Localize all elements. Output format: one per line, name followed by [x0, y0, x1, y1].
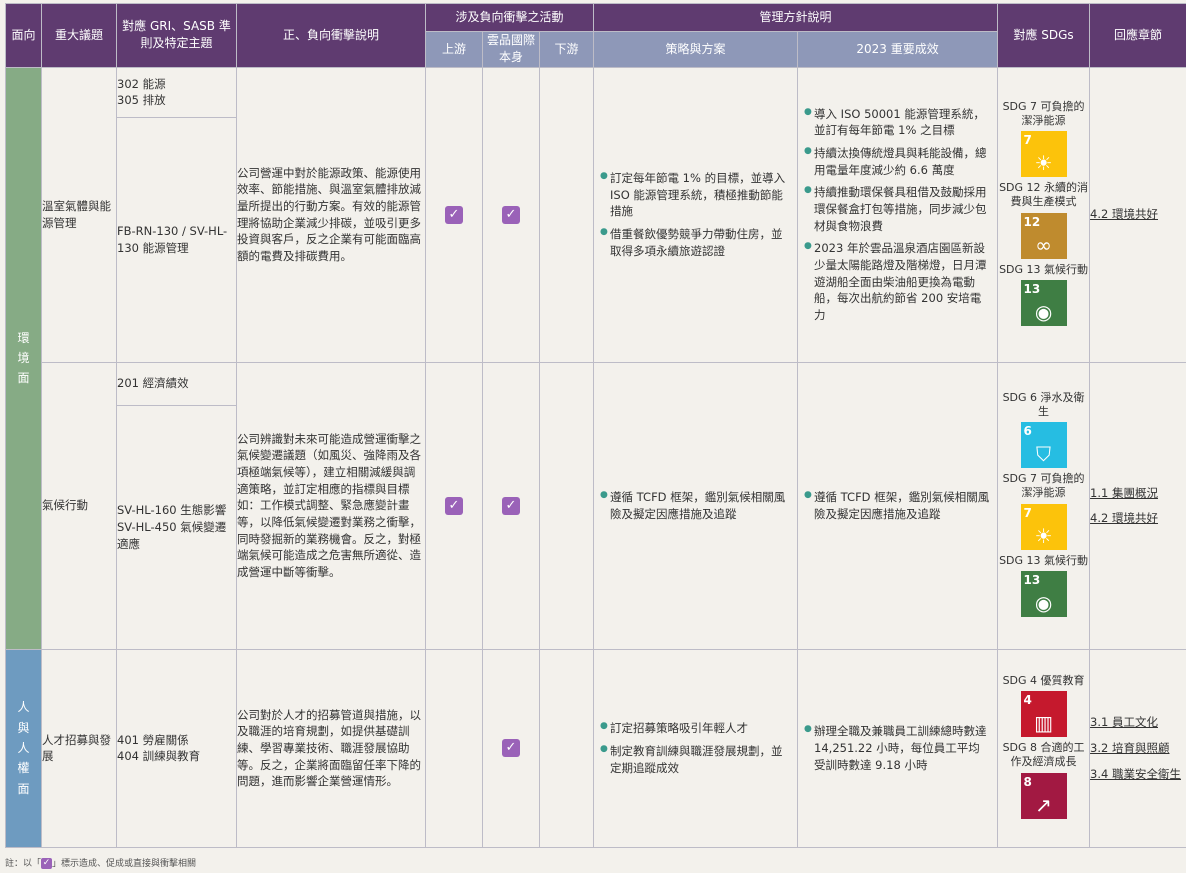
- gri-cell: SV-HL-160 生態影響 SV-HL-450 氣候變遷適應: [116, 404, 237, 650]
- strategy-item: 遵循 TCFD 框架，鑑別氣候相關風險及擬定因應措施及追蹤: [600, 489, 791, 522]
- header-gri: 對應 GRI、SASB 準則及特定主題: [116, 3, 237, 68]
- result-item: 持續汰換傳統燈具與耗能設備，總用電量年度減少約 6.6 萬度: [804, 145, 991, 178]
- header-results: 2023 重要成效: [797, 31, 999, 68]
- chapter-cell: 1.1 集團概況 4.2 環境共好: [1089, 361, 1186, 650]
- footnote: 註：以「 ✓ 」標示造成、促成或直接與衝擊相關: [5, 858, 197, 869]
- sdg-cell: SDG 7 可負擔的潔淨能源 7 ☀ SDG 12 永續的消費與生產模式 12 ∞ …: [997, 66, 1091, 363]
- gri-item: SV-HL-160 生態影響: [117, 503, 227, 518]
- chapter-link[interactable]: 3.1 員工文化: [1090, 714, 1186, 731]
- check-icon: ✓: [445, 205, 463, 224]
- sdg13-eye-globe-icon: 13 ◉: [1020, 571, 1067, 618]
- strategy-item: 訂定每年節電 1% 的目標，並導入 ISO 能源管理系統，積極推動節能措施: [600, 170, 791, 220]
- header-activity: 涉及負向衝擊之活動: [424, 3, 595, 32]
- upstream-check: ✓: [425, 361, 483, 650]
- strategy-item: 訂定招募策略吸引年輕人才: [600, 720, 791, 737]
- strategy-cell: 遵循 TCFD 框架，鑑別氣候相關風險及擬定因應措施及追蹤: [593, 361, 799, 650]
- impact-text: 公司對於人才的招募管道與措施，以及職涯的培育規劃，如提供基礎訓練、學習專業技術、…: [236, 648, 426, 848]
- upstream-check: [425, 648, 483, 848]
- header-impact: 正、負向衝擊說明: [236, 3, 426, 68]
- topic-climate-action: 氣候行動: [41, 361, 117, 650]
- materiality-table: 面向 重大議題 對應 GRI、SASB 準則及特定主題 正、負向衝擊說明 涉及負…: [5, 3, 1186, 848]
- gri-cell: 401 勞雇關係 404 訓練與教育: [116, 648, 237, 848]
- gri-item: SV-HL-450 氣候變遷適應: [117, 519, 227, 551]
- sdg-label: SDG 4 優質教育: [1002, 673, 1085, 687]
- strategy-item: 借重餐飲優勢競爭力帶動住房，並取得多項永續旅遊認證: [600, 226, 791, 259]
- gri-item: 305 排放: [117, 93, 166, 108]
- results-cell: 辦理全職及兼職員工訓練總時數達 14,251.22 小時，每位員工平均受訓時數達…: [797, 648, 999, 848]
- check-icon: ✓: [41, 858, 53, 869]
- header-strategy: 策略與方案: [593, 31, 799, 68]
- gri-item: FB-RN-130 / SV-HL-130 能源管理: [117, 224, 228, 255]
- downstream-check: [538, 361, 595, 650]
- sdg-label: SDG 7 可負擔的潔淨能源: [1002, 472, 1085, 500]
- sdg7-sun-icon: 7 ☀: [1020, 131, 1067, 178]
- sdg7-sun-icon: 7 ☀: [1020, 503, 1067, 550]
- header-sdgs: 對應 SDGs: [997, 3, 1091, 68]
- upstream-check: ✓: [425, 66, 483, 363]
- result-item: 導入 ISO 50001 能源管理系統，並訂有每年節電 1% 之目標: [804, 106, 991, 139]
- gri-cell: FB-RN-130 / SV-HL-130 能源管理: [116, 116, 237, 363]
- sdg-label: SDG 13 氣候行動: [999, 262, 1089, 276]
- chapter-link[interactable]: 1.1 集團概況: [1090, 485, 1186, 502]
- sdg-label: SDG 6 淨水及衛生: [1002, 390, 1085, 418]
- results-cell: 遵循 TCFD 框架，鑑別氣候相關風險及擬定因應措施及追蹤: [797, 361, 999, 650]
- check-icon: ✓: [502, 739, 520, 758]
- topic-talent: 人才招募與發展: [41, 648, 117, 848]
- header-face: 面向: [5, 3, 42, 68]
- self-check: ✓: [482, 648, 540, 848]
- chapter-cell: 4.2 環境共好: [1089, 66, 1186, 363]
- gri-cell: 201 經濟績效: [116, 361, 237, 406]
- topic-ghg-energy: 溫室氣體與能源管理: [41, 66, 117, 363]
- gri-item: 302 能源: [117, 76, 166, 91]
- header-downstream: 下游: [538, 31, 595, 68]
- check-icon: ✓: [502, 496, 520, 515]
- chapter-cell: 3.1 員工文化 3.2 培育與照顧 3.4 職業安全衛生: [1089, 648, 1186, 848]
- impact-text: 公司辨識對未來可能造成營運衝擊之氣候變遷議題（如風災、強降雨及各項極端氣候等），…: [236, 361, 426, 650]
- self-check: ✓: [482, 361, 540, 650]
- sdg6-water-icon: 6 ⛉: [1020, 422, 1067, 469]
- chapter-link[interactable]: 4.2 環境共好: [1090, 206, 1186, 223]
- sdg-label: SDG 8 合適的工作及經濟成長: [1002, 741, 1085, 769]
- result-item: 2023 年於雲品溫泉酒店園區新設少量太陽能路燈及階梯燈，日月潭遊湖船全面由柴油…: [804, 240, 991, 323]
- sdg12-infinity-icon: 12 ∞: [1020, 212, 1067, 259]
- check-icon: ✓: [445, 496, 463, 515]
- downstream-check: [538, 648, 595, 848]
- header-chapter: 回應章節: [1089, 3, 1186, 68]
- result-item: 遵循 TCFD 框架，鑑別氣候相關風險及擬定因應措施及追蹤: [804, 489, 991, 522]
- sdg8-growth-chart-icon: 8 ↗: [1020, 772, 1067, 819]
- gri-item: 401 勞雇關係: [117, 732, 189, 747]
- results-cell: 導入 ISO 50001 能源管理系統，並訂有每年節電 1% 之目標 持續汰換傳…: [797, 66, 999, 363]
- sdg13-eye-globe-icon: 13 ◉: [1020, 280, 1067, 327]
- sdg-label: SDG 12 永續的消費與生產模式: [999, 181, 1089, 209]
- gri-cell: 302 能源 305 排放: [116, 66, 237, 118]
- self-check: ✓: [482, 66, 540, 363]
- sdg-cell: SDG 6 淨水及衛生 6 ⛉ SDG 7 可負擔的潔淨能源 7 ☀ SDG 13 …: [997, 361, 1091, 650]
- result-item: 持續推動環保餐具租借及鼓勵採用環保餐盒打包等措施，同步減少包材與食物浪費: [804, 184, 991, 234]
- sdg-cell: SDG 4 優質教育 4 ▥ SDG 8 合適的工作及經濟成長 8 ↗: [997, 648, 1091, 848]
- face-human-rights: 人與人權面: [5, 648, 42, 848]
- result-item: 辦理全職及兼職員工訓練總時數達 14,251.22 小時，每位員工平均受訓時數達…: [804, 723, 991, 773]
- impact-text: 公司營運中對於能源政策、能源使用效率、節能措施、與溫室氣體排放減量所提出的行動方…: [236, 66, 426, 363]
- strategy-cell: 訂定招募策略吸引年輕人才 制定教育訓練與職涯發展規劃，並定期追蹤成效: [593, 648, 799, 848]
- gri-item: 201 經濟績效: [117, 376, 189, 391]
- sdg-label: SDG 13 氣候行動: [999, 553, 1089, 567]
- gri-item: 404 訓練與教育: [117, 749, 201, 764]
- downstream-check: [538, 66, 595, 363]
- header-topic: 重大議題: [41, 3, 117, 68]
- face-environment: 環境面: [5, 66, 42, 650]
- chapter-link[interactable]: 3.4 職業安全衛生: [1090, 766, 1186, 783]
- check-icon: ✓: [502, 205, 520, 224]
- header-self: 雲品國際本身: [482, 31, 540, 68]
- strategy-item: 制定教育訓練與職涯發展規劃，並定期追蹤成效: [600, 743, 791, 776]
- chapter-link[interactable]: 4.2 環境共好: [1090, 510, 1186, 527]
- sdg4-book-icon: 4 ▥: [1020, 691, 1067, 738]
- materiality-table-page: 面向 重大議題 對應 GRI、SASB 準則及特定主題 正、負向衝擊說明 涉及負…: [0, 0, 1186, 873]
- strategy-cell: 訂定每年節電 1% 的目標，並導入 ISO 能源管理系統，積極推動節能措施 借重…: [593, 66, 799, 363]
- header-upstream: 上游: [425, 31, 483, 68]
- chapter-link[interactable]: 3.2 培育與照顧: [1090, 740, 1186, 757]
- sdg-label: SDG 7 可負擔的潔淨能源: [1002, 99, 1085, 127]
- header-mgmt: 管理方針說明: [593, 3, 999, 32]
